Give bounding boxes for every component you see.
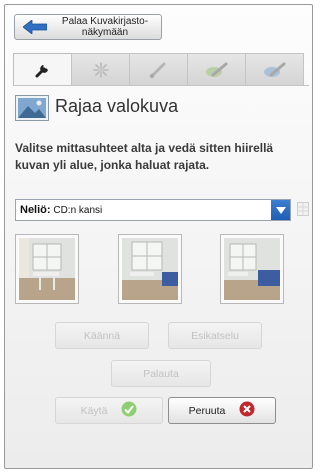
close-icon [239,401,255,420]
preview-button[interactable]: Esikatselu [168,322,262,349]
tab-paint-blue[interactable] [245,53,304,85]
cancel-button-label: Peruuta [188,404,226,417]
chevron-down-icon[interactable] [271,200,290,220]
paint-green-icon [205,62,227,77]
tab-crop-tools[interactable] [13,53,72,85]
tab-brush[interactable] [129,53,188,85]
brush-icon [149,62,165,78]
aspect-ratio-label: CD:n kansi [53,205,103,216]
restore-button[interactable]: Palauta [111,360,211,387]
back-button-label: Palaa Kuvakirjasto-näkymään [61,16,149,38]
apply-button[interactable]: Käytä [55,397,163,424]
cancel-button[interactable]: Peruuta [168,397,276,424]
page-title: Rajaa valokuva [55,96,179,116]
crop-preview-thumbnail[interactable] [118,234,182,304]
aspect-ratio-select[interactable]: Neliö: CD:n kansi [15,199,291,221]
apply-button-label: Käytä [80,404,108,417]
crop-instructions: Valitse mittasuhteet alta ja vedä sitten… [15,141,274,172]
grid-icon [297,202,309,221]
back-arrow-icon [22,19,48,39]
crop-preview-thumbnail[interactable] [220,234,284,304]
tab-effects[interactable] [71,53,130,85]
tool-tabs [13,53,309,85]
tab-divider [13,85,309,86]
checkmark-icon [121,401,137,420]
edit-panel: Palaa Kuvakirjasto-näkymään Rajaa valoku… [4,4,313,469]
photo-thumbnail-icon [15,95,49,126]
wrench-icon [35,64,48,77]
back-to-library-button[interactable]: Palaa Kuvakirjasto-näkymään [14,14,162,40]
sparkle-icon [92,61,109,78]
paint-blue-icon [263,62,285,77]
aspect-ratio-value: Neliö: CD:n kansi [20,204,102,216]
tab-paint-green[interactable] [187,53,246,85]
crop-preview-thumbnail[interactable] [15,234,79,304]
rotate-button[interactable]: Käännä [55,322,149,349]
aspect-ratio-prefix: Neliö: [20,204,51,216]
